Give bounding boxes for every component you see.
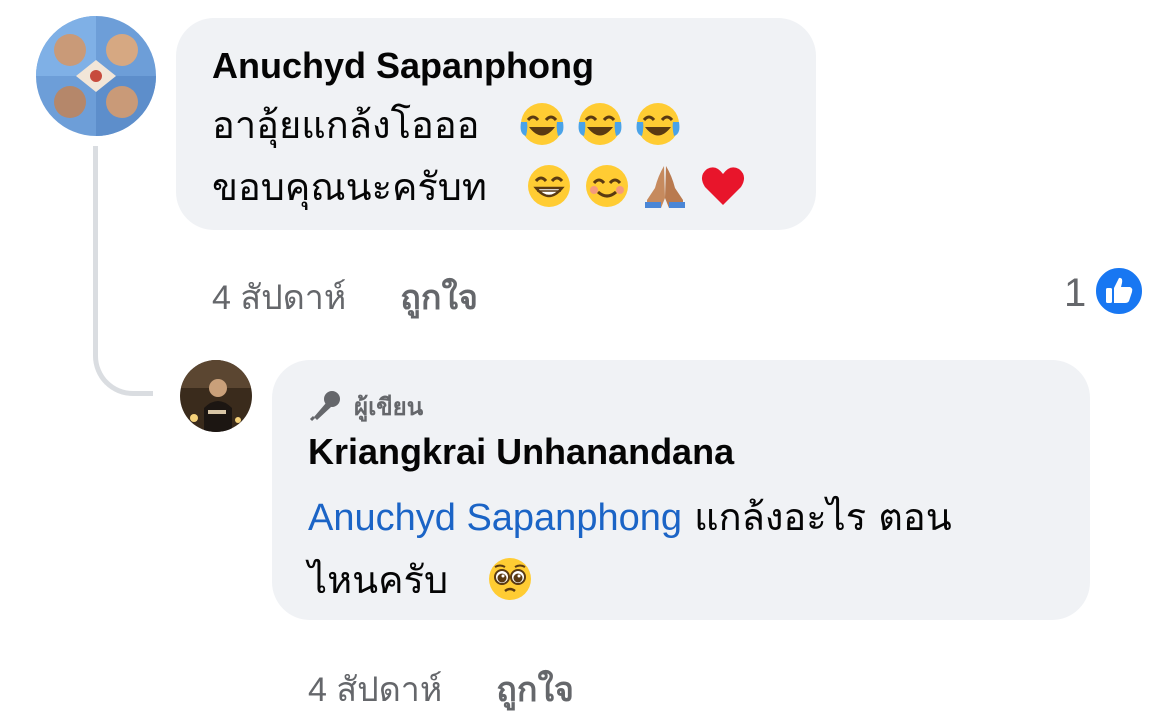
author-badge: ผู้เขียน xyxy=(308,388,1054,424)
comment-line: ไหนครับ xyxy=(308,549,1054,611)
avatar[interactable] xyxy=(36,16,156,136)
face-with-tears-of-joy-icon xyxy=(576,100,624,148)
comment-line: Anuchyd Sapanphong แกล้งอะไร ตอน xyxy=(308,486,1054,549)
pleading-face-icon xyxy=(486,555,534,603)
reaction-summary[interactable]: 1 xyxy=(1064,266,1145,320)
thumbs-up-icon xyxy=(1094,266,1145,320)
comment-author-name[interactable]: Kriangkrai Unhanandana xyxy=(308,430,1054,474)
reaction-count: 1 xyxy=(1064,270,1087,315)
red-heart-icon xyxy=(699,162,747,210)
comment-thread: Anuchyd Sapanphong อาอุ้ยแกล้งโอออ ขอบคุ… xyxy=(0,0,1170,718)
comment-timestamp[interactable]: 4 สัปดาห์ xyxy=(308,662,442,716)
like-button[interactable]: ถูกใจ xyxy=(496,662,574,716)
comment-bubble: ผู้เขียน Kriangkrai Unhanandana Anuchyd … xyxy=(272,360,1090,620)
thread-connector-line xyxy=(93,146,153,396)
comment-timestamp[interactable]: 4 สัปดาห์ xyxy=(212,270,346,324)
author-badge-label: ผู้เขียน xyxy=(354,392,424,421)
comment-bubble: Anuchyd Sapanphong อาอุ้ยแกล้งโอออ ขอบคุ… xyxy=(176,18,816,230)
folded-hands-icon xyxy=(641,162,689,210)
like-button[interactable]: ถูกใจ xyxy=(400,270,478,324)
comment-line-text: ขอบคุณนะครับท xyxy=(212,165,487,209)
comment-author-name[interactable]: Anuchyd Sapanphong xyxy=(212,44,780,88)
comment-line-text: แกล้งอะไร ตอน xyxy=(682,495,952,539)
comment-text: Anuchyd Sapanphong แกล้งอะไร ตอน ไหนครับ xyxy=(308,486,1054,611)
comment-line: ขอบคุณนะครับท xyxy=(212,156,780,218)
microphone-icon xyxy=(309,391,340,422)
smiling-face-icon xyxy=(583,162,631,210)
comment-line-text: อาอุ้ยแกล้งโอออ xyxy=(212,103,480,147)
comment-actions: 4 สัปดาห์ ถูกใจ xyxy=(212,270,478,324)
grinning-face-icon xyxy=(525,162,573,210)
comment-actions: 4 สัปดาห์ ถูกใจ xyxy=(308,662,574,716)
comment-text: อาอุ้ยแกล้งโอออ ขอบคุณนะครับท xyxy=(212,94,780,218)
comment-line-text: ไหนครับ xyxy=(308,558,449,602)
face-with-tears-of-joy-icon xyxy=(518,100,566,148)
comment-line: อาอุ้ยแกล้งโอออ xyxy=(212,94,780,156)
mention-link[interactable]: Anuchyd Sapanphong xyxy=(308,497,682,539)
avatar[interactable] xyxy=(180,360,252,432)
face-with-tears-of-joy-icon xyxy=(634,100,682,148)
